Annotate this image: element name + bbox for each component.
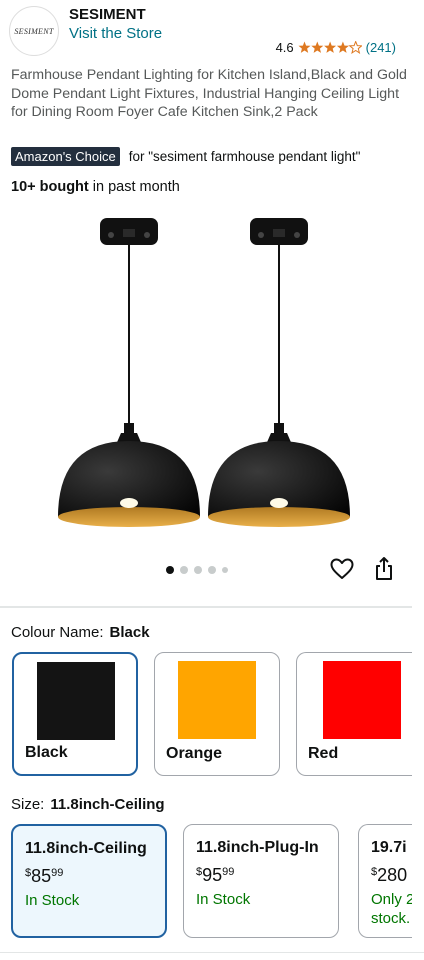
size-option-price: $280 <box>371 865 407 886</box>
share-icon[interactable] <box>372 556 396 582</box>
size-option-stock: Only 2 stock. <box>371 891 412 927</box>
colour-option-red[interactable]: Red <box>296 652 412 776</box>
rating-count-link[interactable]: (241) <box>366 40 396 55</box>
size-option-stock: In Stock <box>196 891 251 908</box>
price-whole: 85 <box>31 866 52 886</box>
pendant-lights-image <box>58 218 350 527</box>
bought-count: 10+ bought in past month <box>11 179 180 195</box>
amazons-choice-badge[interactable]: Amazon's Choice <box>11 147 120 166</box>
size-label-text: Size: <box>11 796 45 813</box>
size-option-label: 19.7i <box>371 839 407 856</box>
carousel-dot[interactable] <box>222 567 228 573</box>
colour-option-label: Orange <box>166 745 223 762</box>
product-image[interactable] <box>40 205 380 545</box>
colour-swatch <box>323 661 401 739</box>
colour-label-text: Colour Name: <box>11 624 104 641</box>
colour-name-label: Colour Name: Black <box>11 624 150 641</box>
section-divider <box>0 606 412 608</box>
amazons-choice-keyword: for "sesiment farmhouse pendant light" <box>128 149 361 164</box>
colour-swatch <box>178 661 256 739</box>
heart-icon[interactable] <box>329 556 355 582</box>
product-title: Farmhouse Pendant Lighting for Kitchen I… <box>11 67 407 120</box>
bought-count-bold: 10+ bought <box>11 179 89 195</box>
brand-name: SESIMENT <box>69 6 146 23</box>
colour-option-label: Red <box>308 745 339 762</box>
rating-value: 4.6 <box>275 40 294 55</box>
size-option-plug-in[interactable]: 11.8inch-Plug-In $9599 In Stock <box>183 824 339 938</box>
size-option-ceiling[interactable]: 11.8inch-Ceiling $8599 In Stock <box>11 824 167 938</box>
rating-stars <box>298 41 362 54</box>
image-carousel-dots[interactable] <box>166 566 228 574</box>
size-option-label: 11.8inch-Plug-In <box>196 839 319 856</box>
price-fraction: 99 <box>51 867 64 879</box>
colour-selected-value: Black <box>109 624 150 641</box>
carousel-dot[interactable] <box>180 566 188 574</box>
size-option-stock: In Stock <box>25 892 80 909</box>
colour-option-orange[interactable]: Orange <box>154 652 280 776</box>
size-option-19-7[interactable]: 19.7i $280 Only 2 stock. <box>358 824 412 938</box>
colour-option-label: Black <box>25 744 68 761</box>
size-label: Size: 11.8inch-Ceiling <box>11 796 165 813</box>
colour-option-black[interactable]: Black <box>12 652 138 776</box>
store-header: SESIMENT SESIMENT Visit the Store 4.6 (2… <box>0 0 424 62</box>
price-fraction: 99 <box>222 866 235 878</box>
carousel-dot[interactable] <box>166 566 174 574</box>
bottom-divider <box>0 952 424 953</box>
size-option-label: 11.8inch-Ceiling <box>25 840 147 857</box>
carousel-dot[interactable] <box>208 566 216 574</box>
rating-summary[interactable]: 4.6 (241) <box>276 40 396 55</box>
size-option-price: $8599 <box>25 866 63 887</box>
carousel-dot[interactable] <box>194 566 202 574</box>
amazons-choice-row: Amazon's Choice for "sesiment farmhouse … <box>11 147 360 166</box>
colour-swatch <box>37 662 115 740</box>
star-icons <box>298 41 362 54</box>
size-selected-value: 11.8inch-Ceiling <box>50 796 165 813</box>
store-logo[interactable]: SESIMENT <box>9 6 59 56</box>
bought-count-rest: in past month <box>88 179 180 195</box>
price-whole: 95 <box>202 865 223 885</box>
size-option-price: $9599 <box>196 865 234 886</box>
price-whole: 280 <box>377 865 408 885</box>
visit-store-link[interactable]: Visit the Store <box>69 25 162 42</box>
